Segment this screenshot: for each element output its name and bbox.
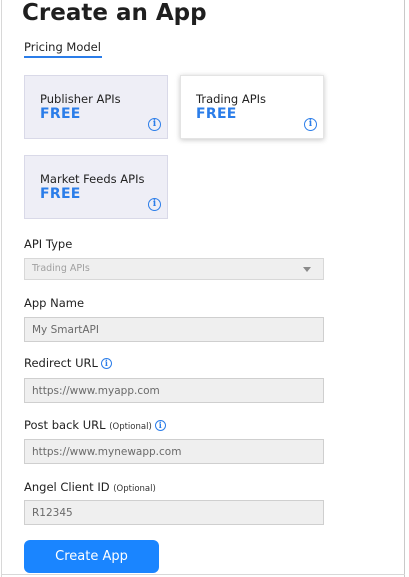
postback-url-label-text: Post back URL	[24, 418, 106, 432]
angel-client-id-input[interactable]	[24, 500, 324, 525]
redirect-url-label: Redirect URL i	[24, 356, 112, 370]
info-icon[interactable]: i	[100, 358, 112, 369]
info-icon[interactable]: i	[154, 420, 166, 431]
api-type-select[interactable]: Trading APIs	[24, 258, 324, 280]
app-name-label: App Name	[24, 296, 85, 310]
app-name-input[interactable]	[24, 317, 324, 342]
optional-tag: (Optional)	[113, 484, 156, 494]
info-icon[interactable]: i	[148, 118, 161, 131]
pricing-card-trading-apis[interactable]: Trading APIs FREE i	[180, 75, 324, 139]
angel-client-id-label: Angel Client ID (Optional)	[24, 480, 156, 494]
postback-url-input[interactable]	[24, 439, 324, 464]
create-app-button[interactable]: Create App	[24, 540, 159, 573]
left-border	[1, 0, 2, 577]
pricing-card-price: FREE	[196, 106, 237, 122]
postback-url-label: Post back URL (Optional) i	[24, 418, 166, 432]
redirect-url-input[interactable]	[24, 378, 324, 403]
right-border	[404, 0, 405, 577]
active-tab-indicator	[24, 56, 102, 58]
page-title: Create an App	[22, 0, 207, 26]
optional-tag: (Optional)	[109, 422, 152, 432]
api-type-label: API Type	[24, 237, 73, 251]
tab-pricing-model[interactable]: Pricing Model	[24, 40, 101, 54]
pricing-card-name: Publisher APIs	[40, 92, 121, 106]
pricing-card-name: Market Feeds APIs	[40, 172, 145, 186]
pricing-card-price: FREE	[40, 186, 81, 202]
create-app-page: Create an App Pricing Model Publisher AP…	[0, 0, 409, 577]
pricing-card-market-feeds-apis[interactable]: Market Feeds APIs FREE i	[24, 155, 168, 219]
pricing-card-name: Trading APIs	[196, 92, 267, 106]
angel-client-id-label-text: Angel Client ID	[24, 480, 110, 494]
api-type-selected-value: Trading APIs	[32, 263, 90, 274]
bottom-border	[1, 574, 405, 575]
chevron-down-icon	[303, 267, 311, 272]
info-icon[interactable]: i	[148, 198, 161, 211]
redirect-url-label-text: Redirect URL	[24, 356, 98, 370]
info-icon[interactable]: i	[304, 118, 317, 131]
pricing-card-publisher-apis[interactable]: Publisher APIs FREE i	[24, 75, 168, 139]
pricing-card-price: FREE	[40, 106, 81, 122]
